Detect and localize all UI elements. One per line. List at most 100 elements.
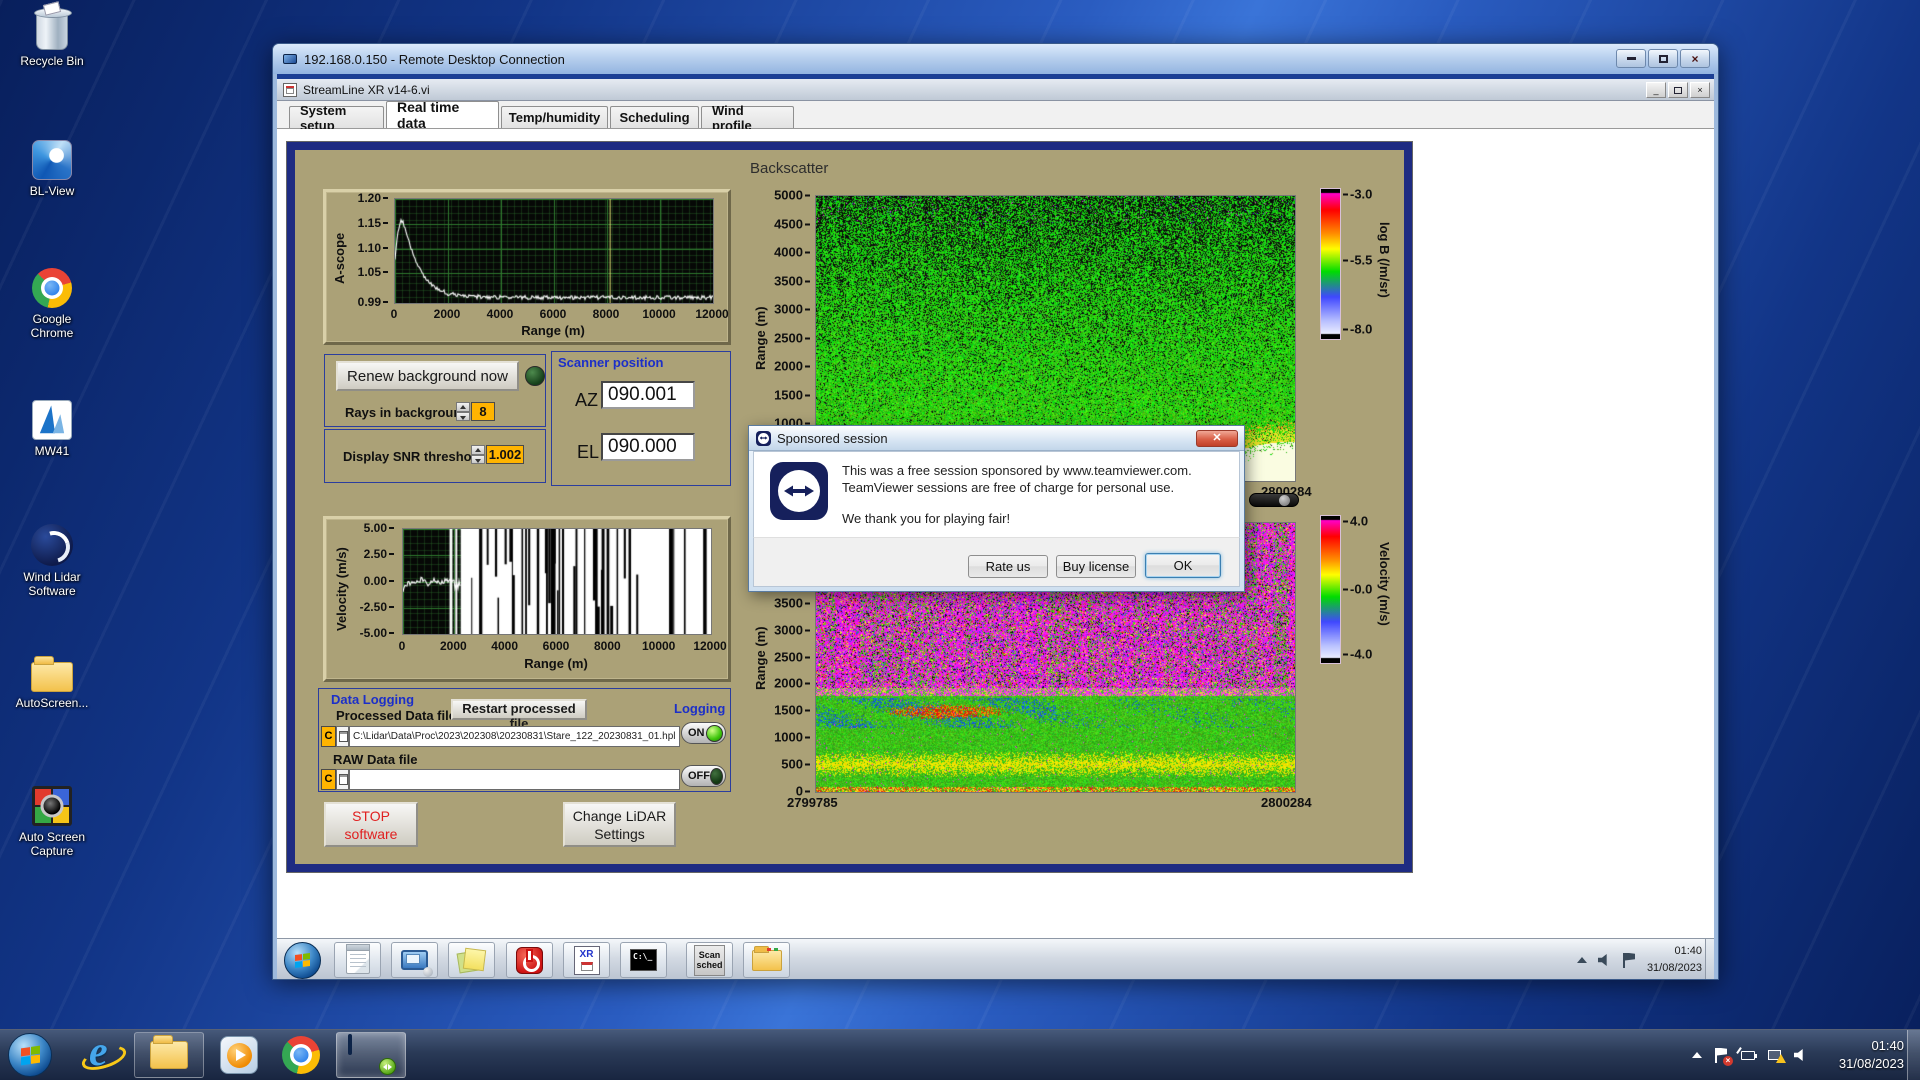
tick-label: 4000	[774, 245, 810, 260]
desktop-icon-auto-screen-capture[interactable]: Auto Screen Capture	[0, 786, 104, 858]
velocity-colorbar-label: Velocity (m/s)	[1377, 542, 1392, 626]
host-clock[interactable]: 01:40 31/08/2023	[1812, 1037, 1904, 1073]
remote-clock[interactable]: 01:40 31/08/2023	[1636, 943, 1702, 977]
el-value-field[interactable]: 090.000	[601, 433, 695, 461]
app-titlebar[interactable]: StreamLine XR v14-6.vi	[277, 79, 1714, 101]
streamline-xr-icon: XR	[574, 946, 600, 975]
ok-button[interactable]: OK	[1145, 553, 1221, 578]
remote-show-desktop-button[interactable]	[1705, 939, 1714, 979]
remote-taskbar-power-off[interactable]	[506, 942, 553, 978]
remote-taskbar-streamline-xr[interactable]: XR	[563, 942, 610, 978]
app-minimize-button[interactable]: _	[1646, 82, 1666, 98]
host-taskbar-windows-explorer[interactable]	[134, 1032, 204, 1078]
processed-path-field[interactable]	[349, 726, 680, 747]
desktop-icon-recycle-bin[interactable]: Recycle Bin	[0, 12, 104, 68]
tick-label: 2500	[774, 649, 810, 664]
remote-volume-icon[interactable]	[1598, 954, 1612, 967]
rdp-minimize-button[interactable]	[1616, 49, 1646, 68]
renew-background-button[interactable]: Renew background now	[336, 361, 519, 391]
desktop-icon-google-chrome[interactable]: Google Chrome	[0, 268, 104, 340]
backscatter-colorbar	[1320, 188, 1341, 340]
remote-taskbar-command-prompt[interactable]: C:\_	[620, 942, 667, 978]
rays-spinner[interactable]	[456, 402, 470, 421]
host-network-warning-icon[interactable]	[1768, 1050, 1781, 1060]
raw-drive-selector[interactable]: C	[321, 769, 336, 790]
remote-hidden-icons-arrow[interactable]	[1577, 957, 1587, 963]
tick-label: 500	[781, 757, 810, 772]
mw41-icon	[32, 400, 72, 440]
tab-wind-profile[interactable]: Wind profile	[701, 106, 794, 128]
tab-system-setup[interactable]: System setup	[289, 106, 384, 128]
app-close-button[interactable]: ×	[1690, 82, 1710, 98]
desktop-icon-wind-lidar[interactable]: Wind Lidar Software	[0, 524, 104, 598]
remote-taskbar-notepad[interactable]	[334, 942, 381, 978]
rdp-icon	[283, 54, 297, 64]
host-taskbar-chrome[interactable]	[274, 1032, 328, 1078]
remote-taskbar-scan-scheduler[interactable]: Scan sched	[686, 942, 733, 978]
stop-line2: software	[345, 826, 398, 842]
on-label: ON	[688, 727, 705, 739]
rate-us-button[interactable]: Rate us	[968, 555, 1048, 578]
raw-path-field[interactable]	[349, 769, 680, 790]
velocity-x-left-label: 2799785	[787, 795, 838, 810]
desktop-icon-mw41[interactable]: MW41	[0, 400, 104, 458]
tab-temp-humidity[interactable]: Temp/humidity	[501, 106, 608, 128]
dialog-close-button[interactable]: ✕	[1196, 430, 1238, 447]
tick-label: 2500	[774, 330, 810, 345]
display-settings-icon	[401, 950, 428, 970]
change-lidar-settings-button[interactable]: Change LiDAR Settings	[563, 802, 676, 847]
raw-browse-button[interactable]	[336, 769, 349, 790]
scan-icon-line1: Scan	[699, 950, 721, 960]
tick-label: 2000	[774, 359, 810, 374]
desktop-icon-bl-view[interactable]: BL-View	[0, 140, 104, 198]
host-taskbar-internet-explorer[interactable]: e	[76, 1032, 128, 1078]
remote-clock-date: 31/08/2023	[1636, 960, 1702, 977]
app-restore-button[interactable]	[1668, 82, 1688, 98]
processed-browse-button[interactable]	[336, 726, 349, 747]
processed-drive-selector[interactable]: C	[321, 726, 336, 747]
desktop-icon-autoscreen-folder[interactable]: AutoScreen...	[0, 656, 104, 710]
host-start-button[interactable]	[8, 1033, 52, 1077]
host-show-desktop-button[interactable]	[1907, 1030, 1920, 1080]
remote-action-center-icon[interactable]	[1623, 953, 1636, 968]
remote-start-button[interactable]	[284, 942, 321, 979]
host-taskbar-media-player[interactable]	[212, 1032, 266, 1078]
dialog-titlebar[interactable]: Sponsored session	[749, 426, 1244, 451]
remote-taskbar-folder[interactable]	[743, 942, 790, 978]
stop-software-button[interactable]: STOP software	[324, 802, 418, 847]
on-led	[706, 725, 723, 742]
host-action-center-icon[interactable]: ×	[1715, 1048, 1728, 1063]
buy-license-button[interactable]: Buy license	[1056, 555, 1136, 578]
snr-value[interactable]: 1.002	[486, 445, 524, 464]
host-taskbar-remote-desktop[interactable]	[336, 1032, 406, 1078]
rdp-titlebar[interactable]: 192.168.0.150 - Remote Desktop Connectio…	[273, 44, 1718, 74]
dialog-line1: This was a free session sponsored by www…	[842, 462, 1192, 479]
rays-value[interactable]: 8	[471, 402, 495, 421]
host-volume-muted-icon[interactable]	[1794, 1049, 1808, 1062]
tab-real-time-data[interactable]: Real time data	[386, 101, 499, 128]
tick-label: 1000	[774, 730, 810, 745]
restart-processed-file-button[interactable]: Restart processed file	[451, 699, 587, 720]
logging-label: Logging	[674, 701, 725, 716]
tick-label: 1500	[774, 387, 810, 402]
remote-taskbar-display-settings[interactable]	[391, 942, 438, 978]
rdp-maximize-button[interactable]	[1648, 49, 1678, 68]
host-battery-icon[interactable]	[1741, 1051, 1755, 1060]
raw-logging-toggle-off[interactable]: OFF	[681, 765, 726, 787]
tab-scheduling[interactable]: Scheduling	[610, 106, 699, 128]
host-hidden-icons-arrow[interactable]	[1692, 1052, 1702, 1058]
map-scroll-knob[interactable]	[1249, 493, 1299, 507]
rdp-close-button[interactable]: ×	[1680, 49, 1710, 68]
power-off-icon	[516, 947, 543, 974]
processed-logging-toggle-on[interactable]: ON	[681, 722, 726, 744]
az-value-field[interactable]: 090.001	[601, 381, 695, 409]
remote-taskbar-sticky-notes[interactable]	[448, 942, 495, 978]
vscope-ylabel: Velocity (m/s)	[334, 547, 349, 631]
snr-spinner[interactable]	[471, 445, 485, 464]
velocity-colorbar	[1320, 515, 1341, 664]
host-taskbar: e × 01:40 31/08/2023	[0, 1029, 1920, 1080]
scan-scheduler-icon: Scan sched	[694, 945, 725, 976]
data-logging-box: Data Logging Processed Data file Restart…	[318, 688, 731, 792]
host-clock-time: 01:40	[1812, 1037, 1904, 1055]
tick-label: 4000	[491, 639, 518, 653]
